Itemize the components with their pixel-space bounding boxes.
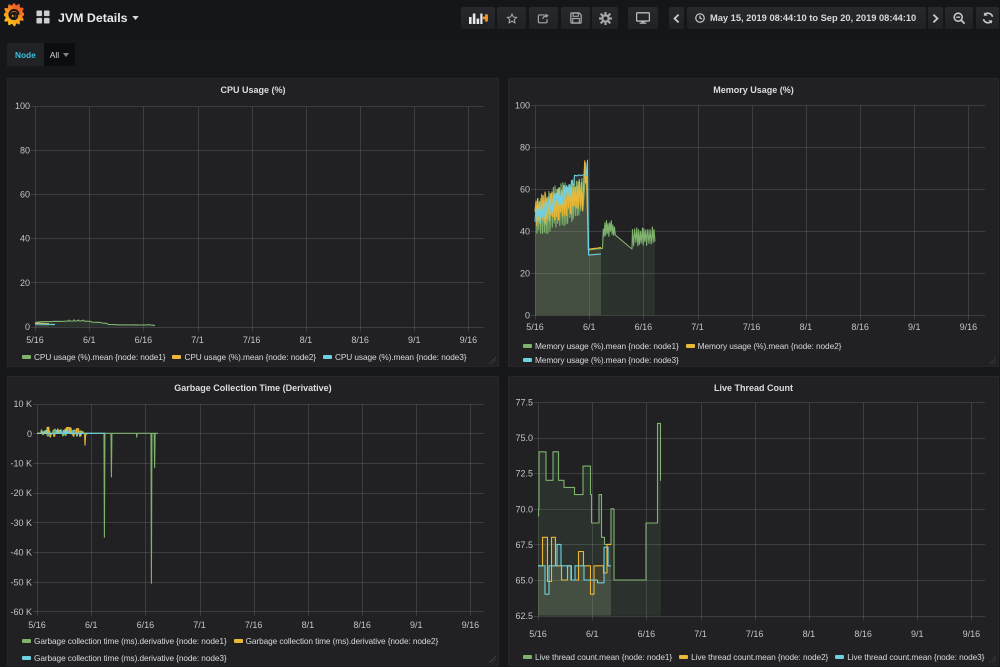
svg-text:6/16: 6/16 xyxy=(638,629,656,639)
svg-text:7/16: 7/16 xyxy=(746,629,764,639)
svg-text:6/1: 6/1 xyxy=(85,620,98,630)
svg-text:9/1: 9/1 xyxy=(410,620,423,630)
svg-text:7/1: 7/1 xyxy=(691,322,704,332)
svg-text:-60 K: -60 K xyxy=(10,607,32,617)
svg-text:7/16: 7/16 xyxy=(743,322,761,332)
svg-text:8/1: 8/1 xyxy=(803,629,816,639)
svg-text:7/1: 7/1 xyxy=(191,335,204,345)
svg-text:5/16: 5/16 xyxy=(28,620,46,630)
svg-text:8/16: 8/16 xyxy=(351,335,369,345)
svg-text:9/1: 9/1 xyxy=(908,322,921,332)
svg-text:9/16: 9/16 xyxy=(963,629,981,639)
svg-text:-40 K: -40 K xyxy=(10,548,32,558)
svg-text:8/1: 8/1 xyxy=(302,620,315,630)
svg-text:80: 80 xyxy=(520,143,530,153)
svg-text:9/16: 9/16 xyxy=(960,322,978,332)
svg-text:20: 20 xyxy=(20,278,30,288)
svg-text:7/16: 7/16 xyxy=(243,335,261,345)
svg-text:100: 100 xyxy=(515,101,530,111)
svg-text:20: 20 xyxy=(520,269,530,279)
svg-text:40: 40 xyxy=(20,234,30,244)
svg-text:60: 60 xyxy=(20,190,30,200)
svg-text:0: 0 xyxy=(525,311,530,321)
svg-text:65.0: 65.0 xyxy=(515,576,533,586)
svg-text:8/1: 8/1 xyxy=(300,335,313,345)
svg-text:100: 100 xyxy=(15,101,30,111)
svg-text:7/1: 7/1 xyxy=(694,629,707,639)
svg-text:6/16: 6/16 xyxy=(137,620,155,630)
svg-text:67.5: 67.5 xyxy=(515,540,533,550)
svg-text:-20 K: -20 K xyxy=(10,488,32,498)
svg-text:5/16: 5/16 xyxy=(26,335,44,345)
svg-text:0: 0 xyxy=(25,322,30,332)
svg-text:75.0: 75.0 xyxy=(515,433,533,443)
svg-text:-10 K: -10 K xyxy=(10,459,32,469)
svg-text:62.5: 62.5 xyxy=(515,611,533,621)
svg-text:8/1: 8/1 xyxy=(800,322,813,332)
svg-text:9/16: 9/16 xyxy=(462,620,480,630)
svg-text:-30 K: -30 K xyxy=(10,518,32,528)
svg-text:5/16: 5/16 xyxy=(526,322,544,332)
svg-text:-50 K: -50 K xyxy=(10,577,32,587)
svg-text:9/1: 9/1 xyxy=(911,629,924,639)
svg-text:6/1: 6/1 xyxy=(583,322,596,332)
svg-text:72.5: 72.5 xyxy=(515,469,533,479)
svg-text:9/1: 9/1 xyxy=(408,335,421,345)
svg-text:60: 60 xyxy=(520,185,530,195)
svg-text:80: 80 xyxy=(20,145,30,155)
svg-text:9/16: 9/16 xyxy=(460,335,478,345)
svg-text:40: 40 xyxy=(520,227,530,237)
svg-text:6/1: 6/1 xyxy=(83,335,96,345)
svg-text:70.0: 70.0 xyxy=(515,504,533,514)
svg-text:5/16: 5/16 xyxy=(529,629,547,639)
svg-text:8/16: 8/16 xyxy=(854,629,872,639)
svg-text:10 K: 10 K xyxy=(13,399,32,409)
svg-text:8/16: 8/16 xyxy=(851,322,869,332)
svg-text:0: 0 xyxy=(27,429,32,439)
svg-text:6/16: 6/16 xyxy=(135,335,153,345)
svg-text:6/16: 6/16 xyxy=(635,322,653,332)
svg-text:77.5: 77.5 xyxy=(515,398,533,408)
svg-text:6/1: 6/1 xyxy=(586,629,599,639)
svg-text:7/1: 7/1 xyxy=(193,620,206,630)
svg-text:8/16: 8/16 xyxy=(353,620,371,630)
svg-text:7/16: 7/16 xyxy=(245,620,263,630)
